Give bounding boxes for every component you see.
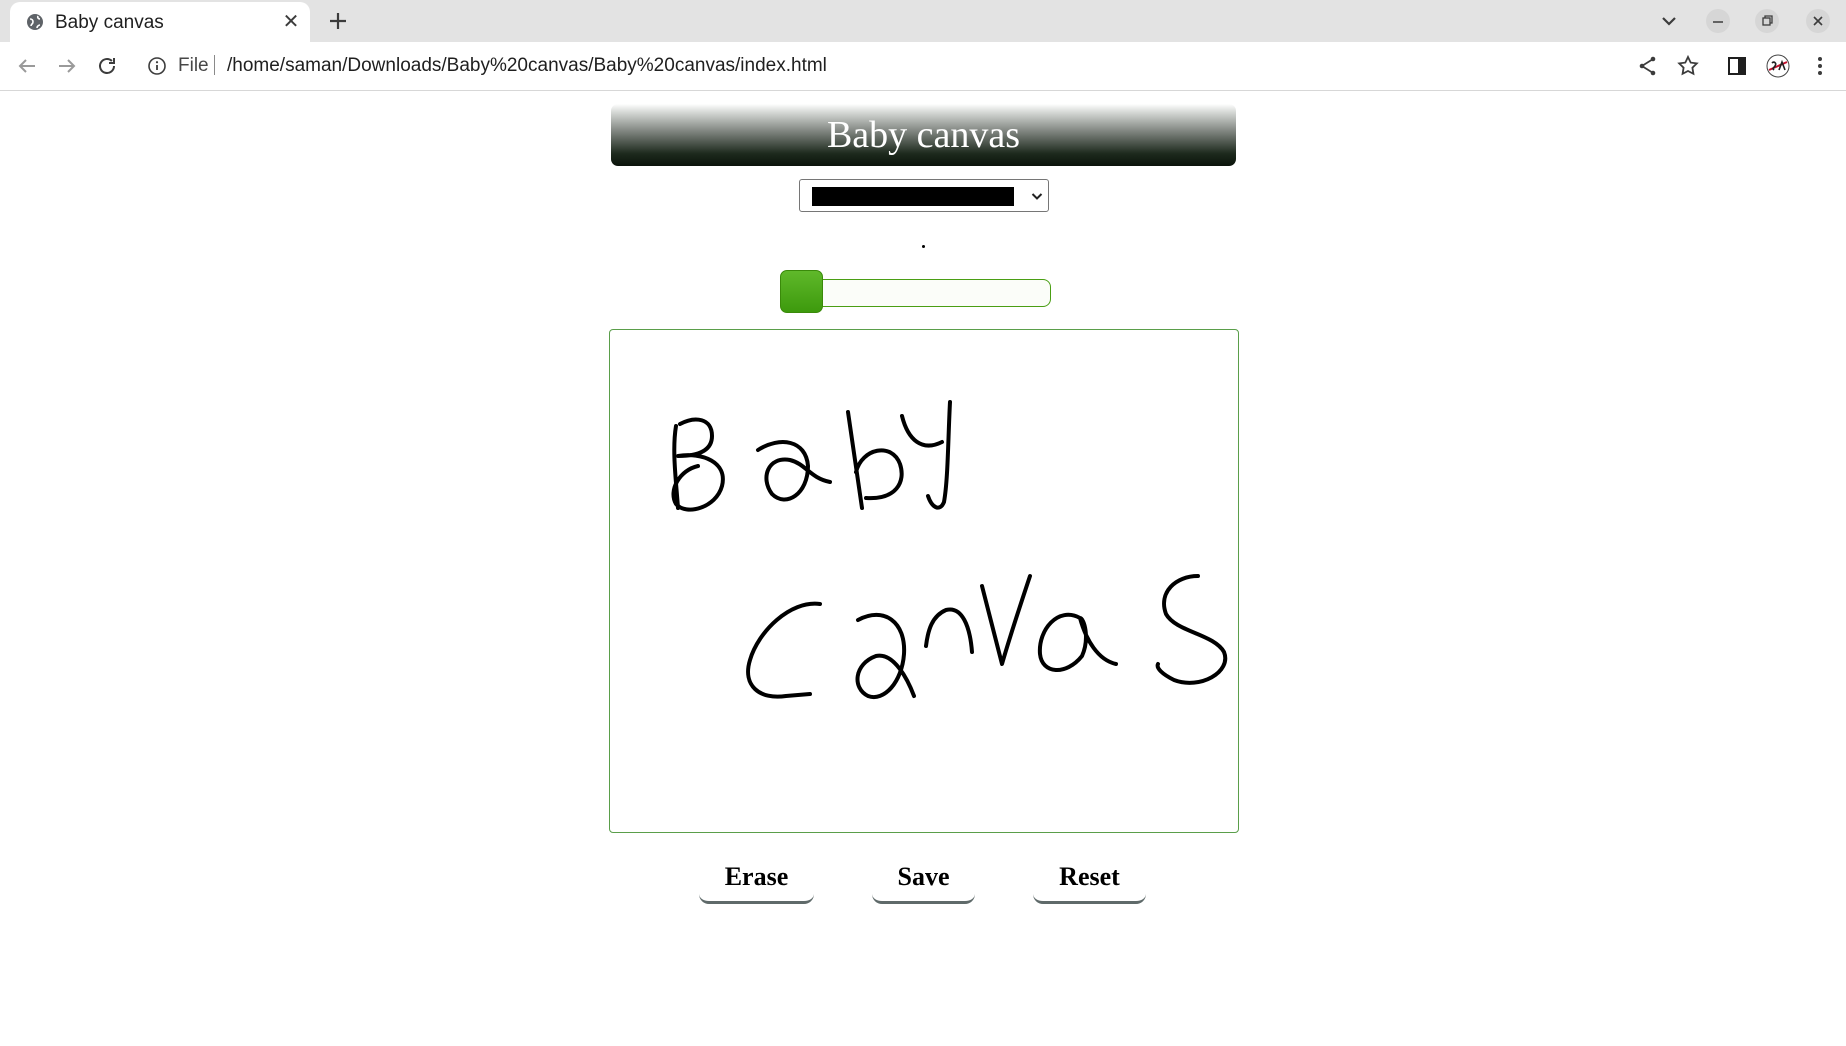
- stroke-letter-B-loops: [671, 417, 725, 512]
- stroke-letter-n: [924, 607, 974, 654]
- tab-search-chevron-icon[interactable]: [1657, 9, 1681, 33]
- profile-avatar-icon[interactable]: [1766, 54, 1790, 78]
- stroke-letter-b: [846, 410, 904, 510]
- stroke-letter-a2: [855, 613, 916, 700]
- stroke-letter-s: [1155, 574, 1228, 685]
- omnibox-divider: [214, 55, 215, 75]
- omnibox-url[interactable]: /home/saman/Downloads/Baby%20canvas/Baby…: [227, 55, 827, 77]
- page-title: Baby canvas: [826, 114, 1021, 156]
- tab-close-icon[interactable]: ✕: [280, 10, 302, 33]
- reset-button[interactable]: Reset: [1033, 852, 1146, 904]
- forward-arrow-icon[interactable]: [55, 54, 79, 78]
- new-tab-plus-icon[interactable]: [326, 9, 350, 33]
- site-info-icon[interactable]: [147, 56, 167, 76]
- save-button[interactable]: Save: [872, 852, 975, 904]
- erase-button[interactable]: Erase: [699, 852, 814, 904]
- stroke-letter-y: [900, 400, 952, 510]
- stroke-letter-a: [756, 440, 832, 502]
- selected-color-swatch: [812, 187, 1014, 206]
- minimize-icon[interactable]: [1706, 9, 1730, 33]
- tab-title: Baby canvas: [55, 12, 164, 33]
- drawing-canvas[interactable]: [609, 329, 1239, 833]
- browser-tab[interactable]: Baby canvas ✕: [10, 2, 310, 42]
- page-header-banner: Baby canvas: [611, 104, 1236, 166]
- bookmark-star-icon[interactable]: [1676, 54, 1700, 78]
- omnibox-scheme-label: File: [178, 55, 209, 76]
- close-window-icon[interactable]: [1806, 9, 1830, 33]
- color-select[interactable]: [799, 179, 1049, 212]
- brush-size-preview-dot: [922, 245, 925, 248]
- browser-menu-icon[interactable]: [1808, 54, 1832, 78]
- browser-toolbar: File /home/saman/Downloads/Baby%20canvas…: [0, 42, 1846, 91]
- globe-icon: [27, 14, 43, 30]
- side-panel-icon[interactable]: [1725, 54, 1749, 78]
- handwritten-drawing: [671, 400, 1228, 700]
- back-arrow-icon[interactable]: [15, 54, 39, 78]
- stroke-letter-c: [746, 601, 822, 699]
- browser-tab-strip: Baby canvas ✕: [0, 0, 1846, 42]
- brush-size-slider-thumb[interactable]: [780, 270, 823, 313]
- stroke-letter-a3: [1037, 612, 1118, 672]
- reload-icon[interactable]: [95, 54, 119, 78]
- share-icon[interactable]: [1636, 54, 1660, 78]
- restore-icon[interactable]: [1755, 9, 1779, 33]
- stroke-letter-v: [980, 574, 1032, 666]
- chevron-down-icon: [1031, 193, 1043, 200]
